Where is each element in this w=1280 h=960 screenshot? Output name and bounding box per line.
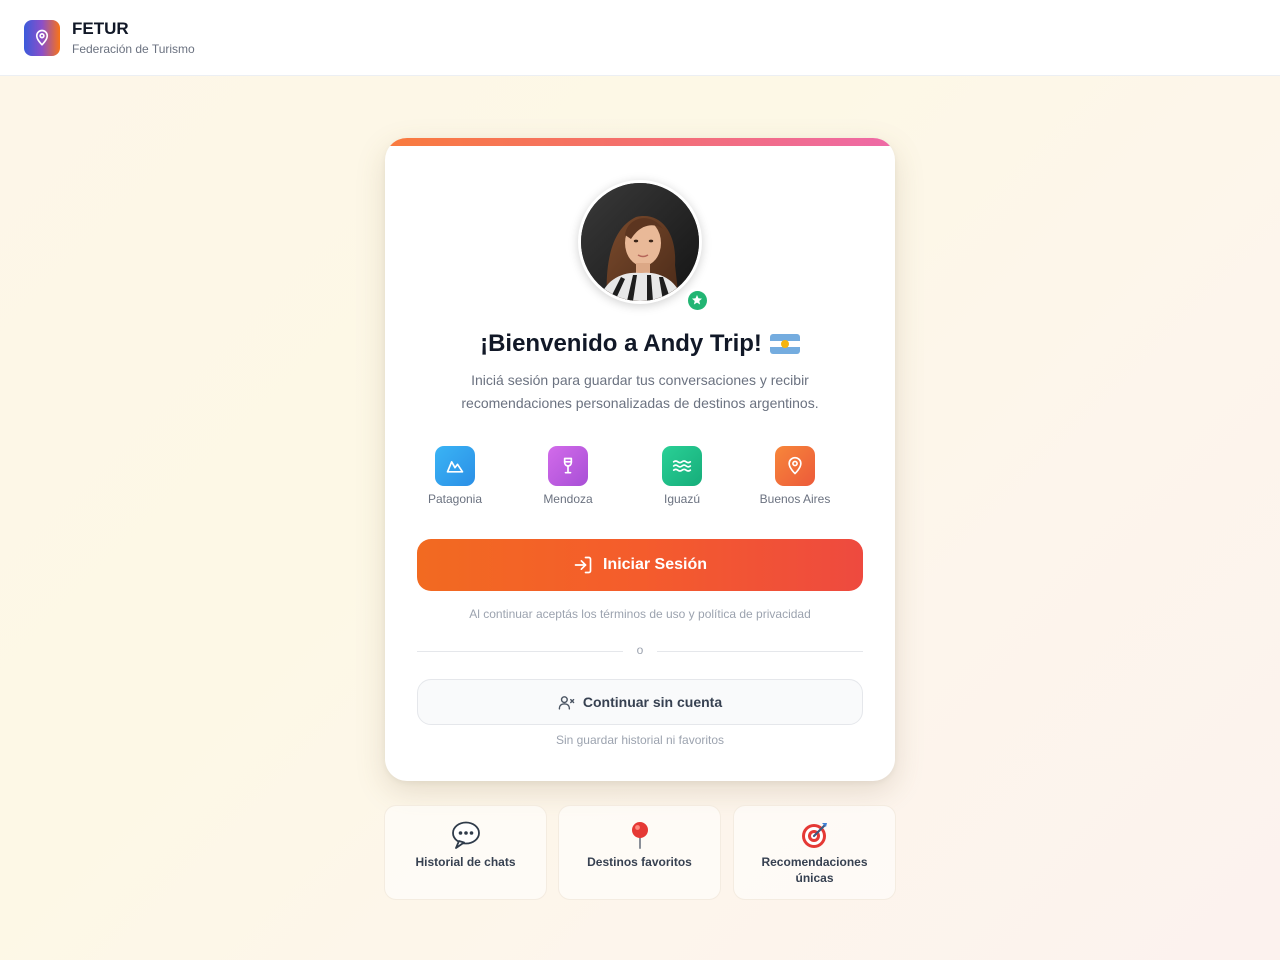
argentina-flag-icon: [769, 334, 800, 354]
feature-label: Historial de chats: [415, 855, 516, 869]
feature-favorite-destinations: Destinos favoritos: [558, 805, 721, 900]
feature-label: Recomendaciones únicas: [761, 855, 868, 885]
avatar: [578, 180, 702, 304]
destination-iguazu[interactable]: Iguazú: [632, 446, 732, 506]
user-x-icon: [558, 695, 575, 710]
login-icon: [574, 556, 592, 574]
destination-patagonia[interactable]: Patagonia: [405, 446, 505, 506]
feature-list: Historial de chats Destinos favoritos Re…: [384, 805, 896, 900]
destination-buenos-aires[interactable]: Buenos Aires: [745, 446, 845, 506]
guest-button-label: Continuar sin cuenta: [582, 694, 723, 710]
mountain-icon: [435, 446, 475, 486]
card-gradient-stripe: [385, 138, 895, 146]
login-button[interactable]: Iniciar Sesión: [417, 539, 863, 591]
destination-label: Buenos Aires: [759, 492, 831, 506]
welcome-title-text: ¡Bienvenido a Andy Trip!: [480, 330, 762, 357]
guest-note: Sin guardar historial ni favoritos: [555, 733, 725, 747]
brand-subtitle: Federación de Turismo: [72, 42, 195, 56]
wine-glass-icon: [548, 446, 588, 486]
map-pin-icon: [775, 446, 815, 486]
destination-mendoza[interactable]: Mendoza: [518, 446, 618, 506]
welcome-title: ¡Bienvenido a Andy Trip!: [385, 330, 895, 358]
feature-chat-history: Historial de chats: [384, 805, 547, 900]
destination-list: Patagonia Mendoza Iguazú Buenos Aires: [413, 446, 867, 508]
divider-text: o: [636, 643, 644, 657]
welcome-subtitle: Iniciá sesión para guardar tus conversac…: [461, 372, 819, 411]
or-divider: o: [417, 643, 863, 659]
destination-label: Iguazú: [663, 492, 701, 506]
brand-name: FETUR: [72, 19, 129, 38]
feature-label: Destinos favoritos: [587, 855, 692, 869]
destination-label: Mendoza: [543, 492, 593, 506]
waves-icon: [662, 446, 702, 486]
target-icon: [734, 821, 895, 849]
speech-bubble-icon: [385, 821, 546, 849]
avatar-wrap: [578, 180, 709, 312]
verified-badge: [685, 288, 709, 312]
map-pin-icon: [35, 29, 49, 46]
destination-label: Patagonia: [427, 492, 483, 506]
login-card: ¡Bienvenido a Andy Trip! Iniciá sesión p…: [385, 138, 895, 781]
brand-logo[interactable]: [24, 19, 60, 56]
brand-text: FETUR Federación de Turismo: [72, 19, 195, 56]
pushpin-icon: [559, 821, 720, 849]
login-button-label: Iniciar Sesión: [602, 556, 708, 573]
star-badge-icon: [692, 295, 702, 305]
guest-button[interactable]: Continuar sin cuenta: [417, 679, 863, 725]
feature-unique-recommendations: Recomendaciones únicas: [733, 805, 896, 900]
terms-text: Al continuar aceptás los términos de uso…: [469, 607, 811, 621]
top-bar: FETUR Federación de Turismo: [0, 0, 1280, 76]
